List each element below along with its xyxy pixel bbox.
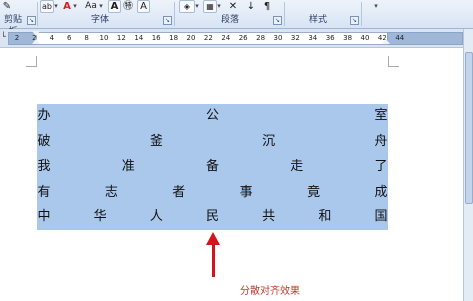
border-grid-icon: ▦ xyxy=(206,2,214,11)
paint-bucket-icon: ◈ xyxy=(183,2,191,11)
sort-button[interactable]: ↓ xyxy=(246,0,256,13)
ruler-tick-label: 18 xyxy=(169,34,179,42)
show-marks-button[interactable]: ¶ xyxy=(262,0,272,13)
ruler-tick-label: 24 xyxy=(221,34,231,42)
group-label-paragraph: 段落 xyxy=(220,15,239,25)
borders-dropdown[interactable]: ▾ xyxy=(216,0,222,13)
document-character: 中 xyxy=(37,209,51,224)
separator xyxy=(174,2,175,26)
scrollbar-thumb[interactable] xyxy=(465,52,473,204)
paragraph-launcher-icon[interactable]: ↘ xyxy=(273,16,282,25)
document-character: 华 xyxy=(93,209,107,224)
phonetic-guide-button[interactable]: A xyxy=(137,0,150,13)
asian-layout-button[interactable]: ✕ xyxy=(227,0,239,13)
ruler-tick-label: 8 xyxy=(84,34,89,42)
document-character: 走 xyxy=(290,159,304,174)
ruler-tick-label: 38 xyxy=(343,34,353,42)
ruler-tick-label: 30 xyxy=(273,34,283,42)
document-character: 我 xyxy=(37,159,51,174)
ruler-tick-label: 6 xyxy=(66,34,72,42)
tab-selector[interactable]: └ xyxy=(1,31,7,43)
document-line[interactable]: 有志者事竟成 xyxy=(37,183,388,203)
highlight-dropdown[interactable]: ▾ xyxy=(53,0,59,13)
ruler-tick-label: 44 xyxy=(395,34,405,42)
annotation-caption: 分散对齐效果 xyxy=(240,286,300,297)
ruler-tick-label: 12 xyxy=(116,34,126,42)
ruler-tick-label: 2 xyxy=(14,34,20,42)
separator xyxy=(284,2,285,26)
first-line-indent-marker[interactable] xyxy=(32,31,40,36)
document-character: 和 xyxy=(318,209,332,224)
document-character: 人 xyxy=(149,209,163,224)
change-case-dropdown[interactable]: ▾ xyxy=(98,0,104,13)
change-case-button[interactable]: Aa xyxy=(83,0,99,13)
borders-button[interactable]: ▦ xyxy=(203,0,217,13)
document-line[interactable]: 办公室 xyxy=(37,106,388,126)
document-character: 沉 xyxy=(262,134,276,149)
document-character: 国 xyxy=(374,209,388,224)
document-line[interactable]: 中华人民共和国 xyxy=(37,207,388,227)
text-highlight-button[interactable]: ab xyxy=(40,0,54,13)
ruler-tick-label: 14 xyxy=(134,34,144,42)
hanging-indent-marker[interactable] xyxy=(32,39,40,44)
document-character: 共 xyxy=(262,209,276,224)
separator xyxy=(37,2,38,26)
asian-layout-icon: ✕ xyxy=(228,1,238,12)
right-indent-marker[interactable] xyxy=(382,39,390,44)
document-character: 者 xyxy=(172,185,186,200)
separator xyxy=(361,2,362,26)
document-character: 室 xyxy=(374,108,388,123)
ruler-tick-label: 20 xyxy=(186,34,196,42)
ruler-tick-label: 28 xyxy=(256,34,266,42)
crop-mark-top-left xyxy=(26,56,37,67)
group-label-clipboard: 剪贴板 xyxy=(3,15,22,37)
document-character: 准 xyxy=(121,159,135,174)
document-character: 破 xyxy=(37,134,51,149)
document-character: 事 xyxy=(239,185,253,200)
enclose-characters-button[interactable]: ㊕ xyxy=(122,0,134,13)
ribbon: ✎ 剪贴板 ↘ ab ▾ A ▾ Aa ▾ A ㊕ A 字体 ↘ ◈ ▾ ▦ ▾… xyxy=(0,0,473,37)
ruler-tick-label: 26 xyxy=(238,34,248,42)
font-color-button[interactable]: A xyxy=(62,0,72,13)
styles-launcher-icon[interactable]: ↘ xyxy=(350,16,359,25)
font-color-dropdown[interactable]: ▾ xyxy=(72,0,78,13)
ruler-tick-label: 32 xyxy=(290,34,300,42)
ruler-tick-label: 4 xyxy=(49,34,55,42)
ruler-tick-label: 34 xyxy=(308,34,318,42)
document-character: 民 xyxy=(205,209,220,224)
document-character: 舟 xyxy=(374,134,388,149)
font-launcher-icon[interactable]: ↘ xyxy=(163,16,172,25)
format-painter-icon[interactable]: ✎ xyxy=(2,0,12,13)
group-label-styles: 样式 xyxy=(308,15,327,25)
document-line[interactable]: 我准备走了 xyxy=(37,157,388,177)
ruler-tick-label: 22 xyxy=(203,34,213,42)
shading-dropdown[interactable]: ▾ xyxy=(194,0,200,13)
highlight-icon: ab xyxy=(42,2,52,11)
document-character: 有 xyxy=(37,185,51,200)
styles-more-dropdown[interactable]: ▾ xyxy=(372,0,380,13)
shading-button[interactable]: ◈ xyxy=(179,0,195,13)
ruler-tick-label: 36 xyxy=(325,34,335,42)
group-label-font: 字体 xyxy=(90,15,109,25)
document-character: 公 xyxy=(205,108,220,123)
character-shading-button[interactable]: A xyxy=(108,0,121,13)
document-character: 备 xyxy=(205,159,220,174)
ruler-tick-label: 40 xyxy=(360,34,370,42)
red-arrow-shaft xyxy=(212,243,215,277)
document-character: 釜 xyxy=(149,134,163,149)
document-character: 成 xyxy=(374,185,388,200)
document-line[interactable]: 破釜沉舟 xyxy=(37,132,388,152)
document-character: 志 xyxy=(104,185,118,200)
ruler-tick-label: 10 xyxy=(99,34,109,42)
document-character: 竟 xyxy=(307,185,321,200)
document-character: 了 xyxy=(374,159,388,174)
document-character: 办 xyxy=(37,108,51,123)
ruler-tick-label: 16 xyxy=(151,34,161,42)
crop-mark-top-right xyxy=(388,56,399,67)
clipboard-launcher-icon[interactable]: ↘ xyxy=(27,16,36,25)
